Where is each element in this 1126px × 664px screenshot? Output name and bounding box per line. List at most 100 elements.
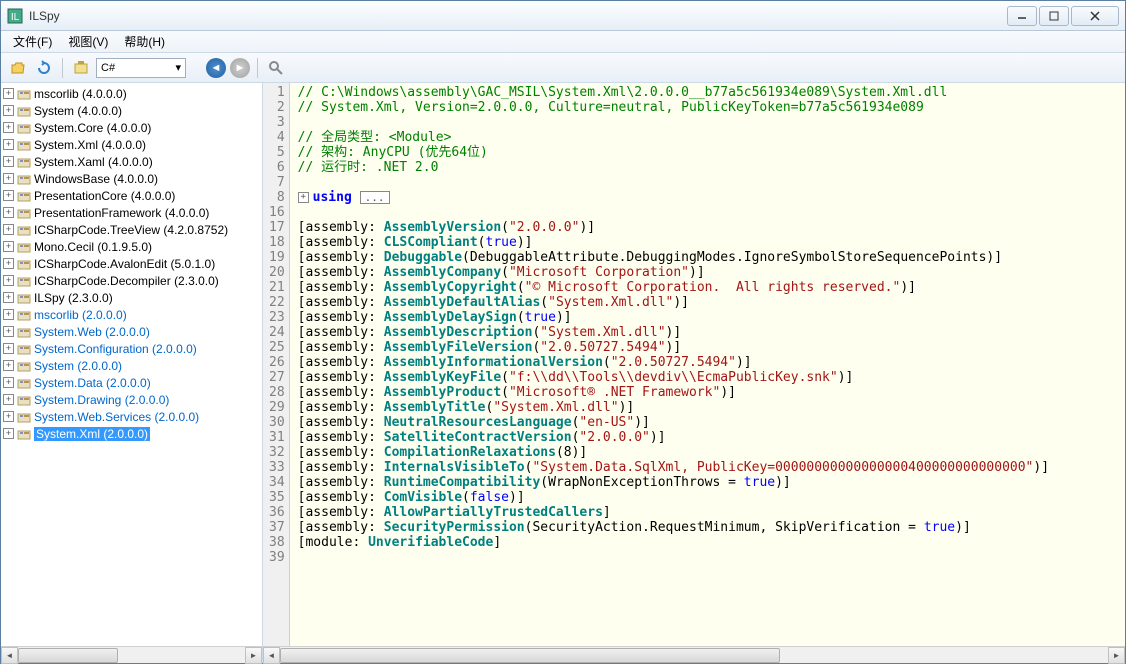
main-area: +mscorlib (4.0.0.0)+System (4.0.0.0)+Sys… <box>1 83 1125 663</box>
expand-icon[interactable]: + <box>3 224 14 235</box>
tree-item-label: System (4.0.0.0) <box>34 104 122 118</box>
svg-text:IL: IL <box>11 12 20 23</box>
menubar: 文件(F) 视图(V) 帮助(H) <box>1 31 1125 53</box>
expand-icon[interactable]: + <box>3 88 14 99</box>
line-number-gutter: 1234567816171819202122232425262728293031… <box>263 83 290 646</box>
tree-item[interactable]: + System.Web.Services (2.0.0.0) <box>1 408 262 425</box>
tree-item-label: Mono.Cecil (0.1.9.5.0) <box>34 240 152 254</box>
folder-open-icon <box>10 60 26 76</box>
toolbar-separator <box>257 58 258 78</box>
nav-back-button[interactable]: ◄ <box>206 58 226 78</box>
open-button[interactable] <box>7 57 29 79</box>
tree-item-label: ICSharpCode.TreeView (4.2.0.8752) <box>34 223 228 237</box>
expand-icon[interactable]: + <box>3 360 14 371</box>
scroll-right-button[interactable]: ► <box>1108 647 1125 664</box>
tree-item-label: System.Xml (4.0.0.0) <box>34 138 146 152</box>
tree-item-label: System.Data (2.0.0.0) <box>34 376 151 390</box>
chevron-down-icon: ▾ <box>175 61 181 74</box>
toolbar-separator <box>62 58 63 78</box>
expand-icon[interactable]: + <box>3 241 14 252</box>
search-button[interactable] <box>265 57 287 79</box>
expand-icon[interactable]: + <box>3 139 14 150</box>
expand-icon[interactable]: + <box>3 275 14 286</box>
tree-item[interactable]: + WindowsBase (4.0.0.0) <box>1 170 262 187</box>
window-controls <box>1007 6 1119 26</box>
titlebar[interactable]: IL ILSpy <box>1 1 1125 31</box>
tree-item[interactable]: + Mono.Cecil (0.1.9.5.0) <box>1 238 262 255</box>
tree-item[interactable]: + System.Drawing (2.0.0.0) <box>1 391 262 408</box>
expand-icon[interactable]: + <box>3 292 14 303</box>
tree-item[interactable]: +System.Web (2.0.0.0) <box>1 323 262 340</box>
code-hscrollbar[interactable]: ◄ ► <box>263 646 1125 663</box>
tree-item-label: mscorlib (4.0.0.0) <box>34 87 127 101</box>
expand-icon[interactable]: + <box>3 411 14 422</box>
tree-item-label: System.Xaml (4.0.0.0) <box>34 155 153 169</box>
maximize-button[interactable] <box>1039 6 1069 26</box>
tree-item[interactable]: +ILSpy (2.3.0.0) <box>1 289 262 306</box>
expand-icon[interactable]: + <box>3 258 14 269</box>
expand-icon[interactable]: + <box>3 343 14 354</box>
tree-item-label: System.Drawing (2.0.0.0) <box>34 393 169 407</box>
expand-icon[interactable]: + <box>3 377 14 388</box>
tree-hscrollbar[interactable]: ◄ ► <box>1 646 262 663</box>
tree-item[interactable]: + System.Xml (4.0.0.0) <box>1 136 262 153</box>
scroll-thumb[interactable] <box>18 648 118 663</box>
app-title: ILSpy <box>29 9 60 23</box>
arrow-left-icon: ◄ <box>211 62 222 74</box>
expand-icon[interactable]: + <box>3 122 14 133</box>
expand-icon[interactable]: + <box>3 156 14 167</box>
expand-icon[interactable]: + <box>3 326 14 337</box>
tree-item-label: PresentationFramework (4.0.0.0) <box>34 206 209 220</box>
expand-icon[interactable]: + <box>3 190 14 201</box>
tree-item[interactable]: + mscorlib (4.0.0.0) <box>1 85 262 102</box>
expand-icon[interactable]: + <box>3 428 14 439</box>
scroll-track[interactable] <box>280 647 1108 664</box>
expand-icon[interactable]: + <box>3 309 14 320</box>
close-button[interactable] <box>1071 6 1119 26</box>
scroll-right-button[interactable]: ► <box>245 647 262 664</box>
expand-icon[interactable]: + <box>3 173 14 184</box>
assembly-button[interactable] <box>70 57 92 79</box>
nav-forward-button[interactable]: ► <box>230 58 250 78</box>
language-combo-value: C# <box>101 62 115 74</box>
tree-item-label: PresentationCore (4.0.0.0) <box>34 189 175 203</box>
expand-icon[interactable]: + <box>3 394 14 405</box>
code-content[interactable]: // C:\Windows\assembly\GAC_MSIL\System.X… <box>290 83 1125 646</box>
expand-icon[interactable]: + <box>3 105 14 116</box>
tree-item[interactable]: + PresentationCore (4.0.0.0) <box>1 187 262 204</box>
tree-item[interactable]: + System.Xaml (4.0.0.0) <box>1 153 262 170</box>
menu-file[interactable]: 文件(F) <box>5 30 60 53</box>
scroll-left-button[interactable]: ◄ <box>263 647 280 664</box>
tree-item[interactable]: +System (2.0.0.0) <box>1 357 262 374</box>
tree-item[interactable]: + mscorlib (2.0.0.0) <box>1 306 262 323</box>
tree-item[interactable]: +ICSharpCode.Decompiler (2.3.0.0) <box>1 272 262 289</box>
expand-icon[interactable]: + <box>3 207 14 218</box>
language-combo[interactable]: C# ▾ <box>96 58 186 78</box>
refresh-button[interactable] <box>33 57 55 79</box>
tree-item-label: ICSharpCode.AvalonEdit (5.0.1.0) <box>34 257 215 271</box>
tree-item-label: System.Web.Services (2.0.0.0) <box>34 410 199 424</box>
menu-help[interactable]: 帮助(H) <box>116 30 173 53</box>
tree-item[interactable]: +System.Core (4.0.0.0) <box>1 119 262 136</box>
scroll-thumb[interactable] <box>280 648 780 663</box>
tree-item[interactable]: + System (4.0.0.0) <box>1 102 262 119</box>
refresh-icon <box>36 60 52 76</box>
menu-view[interactable]: 视图(V) <box>60 30 116 53</box>
assembly-icon <box>73 60 89 76</box>
tree-item[interactable]: +System.Xml (2.0.0.0) <box>1 425 262 442</box>
maximize-icon <box>1049 11 1059 21</box>
scroll-track[interactable] <box>18 647 245 664</box>
tree-item[interactable]: + System.Data (2.0.0.0) <box>1 374 262 391</box>
assembly-tree[interactable]: +mscorlib (4.0.0.0)+System (4.0.0.0)+Sys… <box>1 83 262 646</box>
tree-item[interactable]: + ICSharpCode.AvalonEdit (5.0.1.0) <box>1 255 262 272</box>
minimize-button[interactable] <box>1007 6 1037 26</box>
tree-item-label: mscorlib (2.0.0.0) <box>34 308 127 322</box>
tree-item[interactable]: + PresentationFramework (4.0.0.0) <box>1 204 262 221</box>
arrow-right-icon: ► <box>235 62 246 74</box>
close-icon <box>1090 11 1100 21</box>
tree-item[interactable]: + ICSharpCode.TreeView (4.2.0.8752) <box>1 221 262 238</box>
scroll-left-button[interactable]: ◄ <box>1 647 18 664</box>
tree-item-label: WindowsBase (4.0.0.0) <box>34 172 158 186</box>
tree-item[interactable]: +System.Configuration (2.0.0.0) <box>1 340 262 357</box>
code-editor[interactable]: 1234567816171819202122232425262728293031… <box>263 83 1125 646</box>
